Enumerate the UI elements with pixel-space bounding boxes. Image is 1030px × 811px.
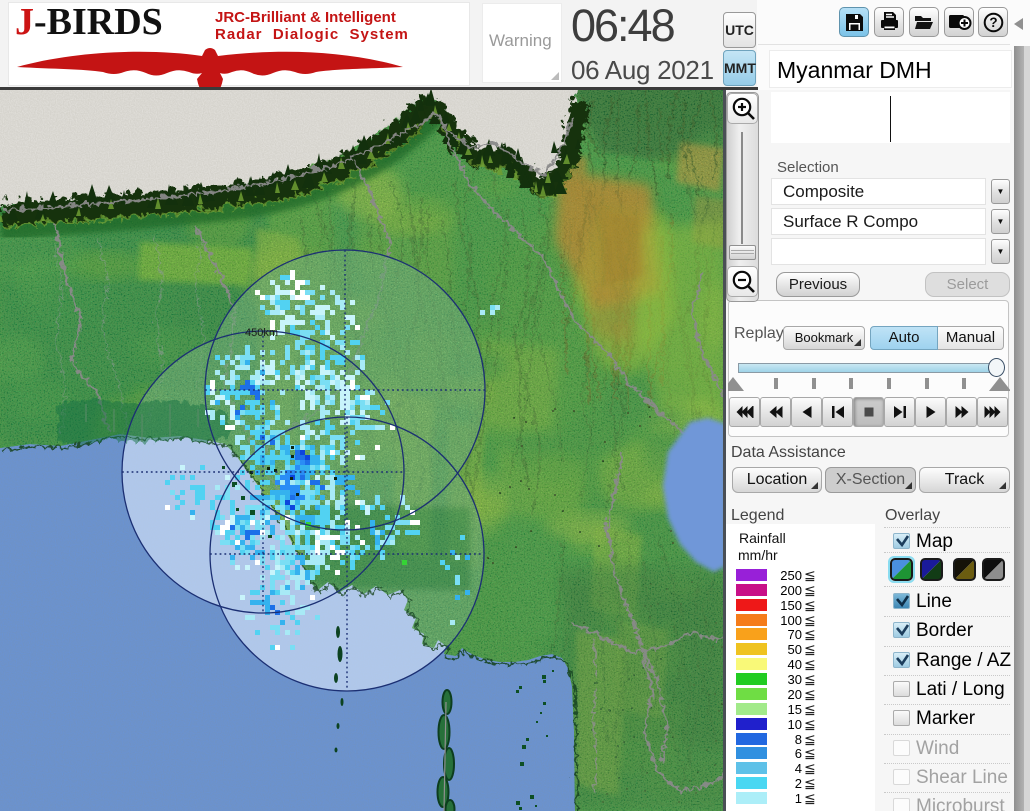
svg-text:450km: 450km [245,327,278,339]
svg-text:?: ? [989,15,997,30]
